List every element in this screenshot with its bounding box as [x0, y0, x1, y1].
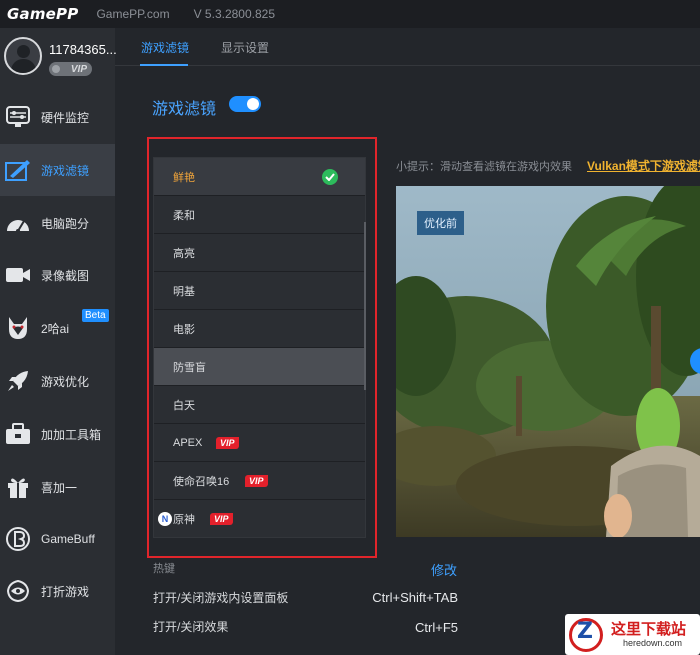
camera-icon — [5, 262, 31, 288]
filter-label: APEX — [173, 436, 203, 449]
filter-label: 鲜艳 — [173, 171, 195, 184]
filter-item[interactable]: 高亮 — [154, 234, 365, 272]
modify-hotkeys-button[interactable]: 修改 — [431, 560, 457, 579]
sidebar-item-label: 电脑跑分 — [41, 216, 90, 231]
hotkey-value[interactable]: Ctrl+Shift+TAB — [372, 590, 458, 605]
toolbox-icon — [5, 421, 31, 447]
sidebar-item-label: 加加工具箱 — [41, 427, 102, 442]
vip-tag: VIP — [216, 437, 239, 449]
filter-item[interactable]: 使命召唤16 VIP — [154, 462, 365, 500]
hotkey-label: 打开/关闭游戏内设置面板 — [153, 591, 289, 605]
discount-icon — [5, 578, 31, 604]
filter-item[interactable]: N 原神 VIP — [154, 500, 365, 537]
sidebar-item-record[interactable]: 录像截图 — [0, 249, 115, 301]
sidebar-item-label: GameBuff — [41, 532, 95, 546]
sidebar-item-2ha-ai[interactable]: 2哈ai Beta — [0, 302, 115, 354]
filter-label: 明基 — [173, 285, 195, 298]
husky-icon — [5, 315, 31, 341]
filter-label: 防雪盲 — [173, 361, 206, 374]
site-url: GamePP.com — [96, 7, 170, 21]
sidebar-item-gamebuff[interactable]: GameBuff — [0, 513, 115, 565]
sidebar-item-label: 录像截图 — [41, 268, 90, 283]
filter-list-scrollbar[interactable] — [364, 222, 366, 390]
filter-label: 柔和 — [173, 209, 195, 222]
filter-label: 电影 — [173, 323, 195, 336]
user-profile[interactable]: 11784365... VIP — [0, 28, 117, 90]
filter-item[interactable]: APEX VIP — [154, 424, 365, 462]
sidebar-item-label: 2哈ai — [41, 321, 70, 336]
tab-bar: 游戏滤镜 显示设置 — [115, 28, 700, 66]
vip-tag: VIP — [245, 475, 268, 487]
filter-list: 鲜艳 柔和 高亮 明基 电影 防雪盲 白天 APEX VIP 使命召唤16 VI… — [153, 157, 366, 538]
rocket-icon — [5, 368, 31, 394]
active-tab-indicator — [140, 64, 188, 66]
tab-game-filter[interactable]: 游戏滤镜 — [141, 39, 189, 56]
filter-item[interactable]: 柔和 — [154, 196, 365, 234]
hardware-monitor-icon — [5, 104, 31, 130]
check-icon — [322, 169, 338, 185]
avatar[interactable] — [4, 37, 42, 75]
tab-display-settings[interactable]: 显示设置 — [221, 39, 269, 56]
filter-label: 白天 — [173, 399, 195, 412]
title-bar: GamePP GamePP.com V 5.3.2800.825 — [0, 0, 700, 28]
before-optimization-label: 优化前 — [417, 211, 464, 235]
filter-label: 使命召唤16 — [173, 475, 230, 488]
sidebar-item-benchmark[interactable]: 电脑跑分 — [0, 197, 115, 249]
sidebar-item-label: 游戏滤镜 — [41, 163, 90, 178]
beta-badge: Beta — [82, 309, 109, 322]
filter-enable-toggle[interactable] — [229, 96, 261, 112]
sidebar-item-label: 打折游戏 — [41, 584, 90, 599]
user-id: 11784365... — [49, 42, 117, 57]
sidebar-item-toolbox[interactable]: 加加工具箱 — [0, 408, 115, 460]
jungle-scene-image — [396, 186, 700, 537]
gamebuff-icon — [5, 526, 31, 552]
sidebar: 11784365... VIP 硬件监控 游戏滤镜 电脑跑分 录像截图 2哈ai… — [0, 28, 117, 655]
site-watermark-logo: Z 这里下载站 heredown.com — [565, 614, 700, 655]
filter-icon — [5, 157, 31, 183]
sidebar-item-discount-games[interactable]: 打折游戏 — [0, 565, 115, 617]
hotkeys-header: 热键 — [153, 563, 175, 575]
filter-label: 高亮 — [173, 247, 195, 260]
sidebar-item-label: 硬件监控 — [41, 110, 90, 125]
sidebar-item-label: 游戏优化 — [41, 374, 90, 389]
hotkey-label: 打开/关闭效果 — [153, 620, 229, 634]
vip-badge: VIP — [49, 62, 92, 76]
vip-tag: VIP — [210, 513, 233, 525]
tip-text: 小提示：滑动查看滤镜在游戏内效果 — [396, 161, 572, 173]
section-title: 游戏滤镜 — [152, 101, 217, 118]
sidebar-item-game-filter[interactable]: 游戏滤镜 — [0, 144, 115, 196]
hotkey-value[interactable]: Ctrl+F5 — [415, 620, 458, 635]
app-logo: GamePP — [7, 5, 79, 23]
filter-label: 原神 — [173, 513, 195, 526]
sidebar-item-label: 喜加一 — [41, 480, 78, 495]
speedometer-icon — [5, 210, 31, 236]
filter-item[interactable]: 鲜艳 — [154, 158, 365, 196]
filter-item[interactable]: 白天 — [154, 386, 365, 424]
genshin-n-icon: N — [158, 512, 172, 526]
vulkan-filter-link[interactable]: Vulkan模式下游戏滤镜 — [587, 157, 700, 174]
filter-preview-image[interactable]: 优化前 — [396, 186, 700, 537]
filter-item[interactable]: 明基 — [154, 272, 365, 310]
sidebar-item-hardware-monitor[interactable]: 硬件监控 — [0, 91, 115, 143]
filter-item[interactable]: 电影 — [154, 310, 365, 348]
sidebar-item-game-optimize[interactable]: 游戏优化 — [0, 355, 115, 407]
filter-item[interactable]: 防雪盲 — [154, 348, 365, 386]
gift-icon — [5, 474, 31, 500]
app-version: V 5.3.2800.825 — [193, 7, 275, 21]
sidebar-item-free-games[interactable]: 喜加一 — [0, 461, 115, 513]
